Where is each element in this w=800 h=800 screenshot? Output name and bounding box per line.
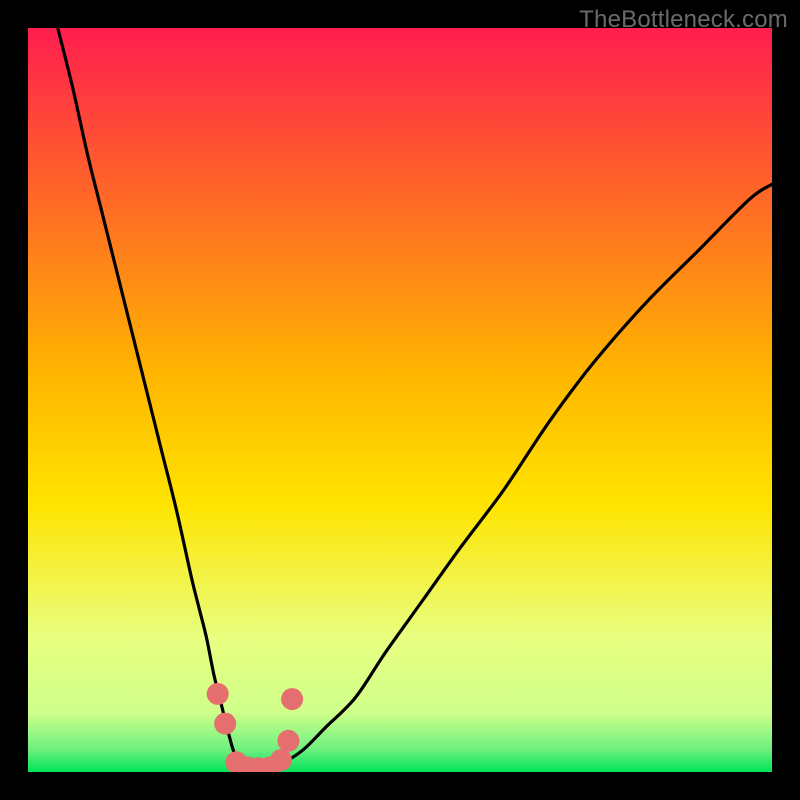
optimal-dot xyxy=(277,730,299,752)
optimal-dot xyxy=(270,749,292,771)
outer-frame: TheBottleneck.com xyxy=(0,0,800,800)
optimal-dot xyxy=(214,713,236,735)
gradient-background xyxy=(28,28,772,772)
chart-svg xyxy=(28,28,772,772)
optimal-dot xyxy=(281,688,303,710)
plot-area xyxy=(28,28,772,772)
optimal-dot xyxy=(207,683,229,705)
